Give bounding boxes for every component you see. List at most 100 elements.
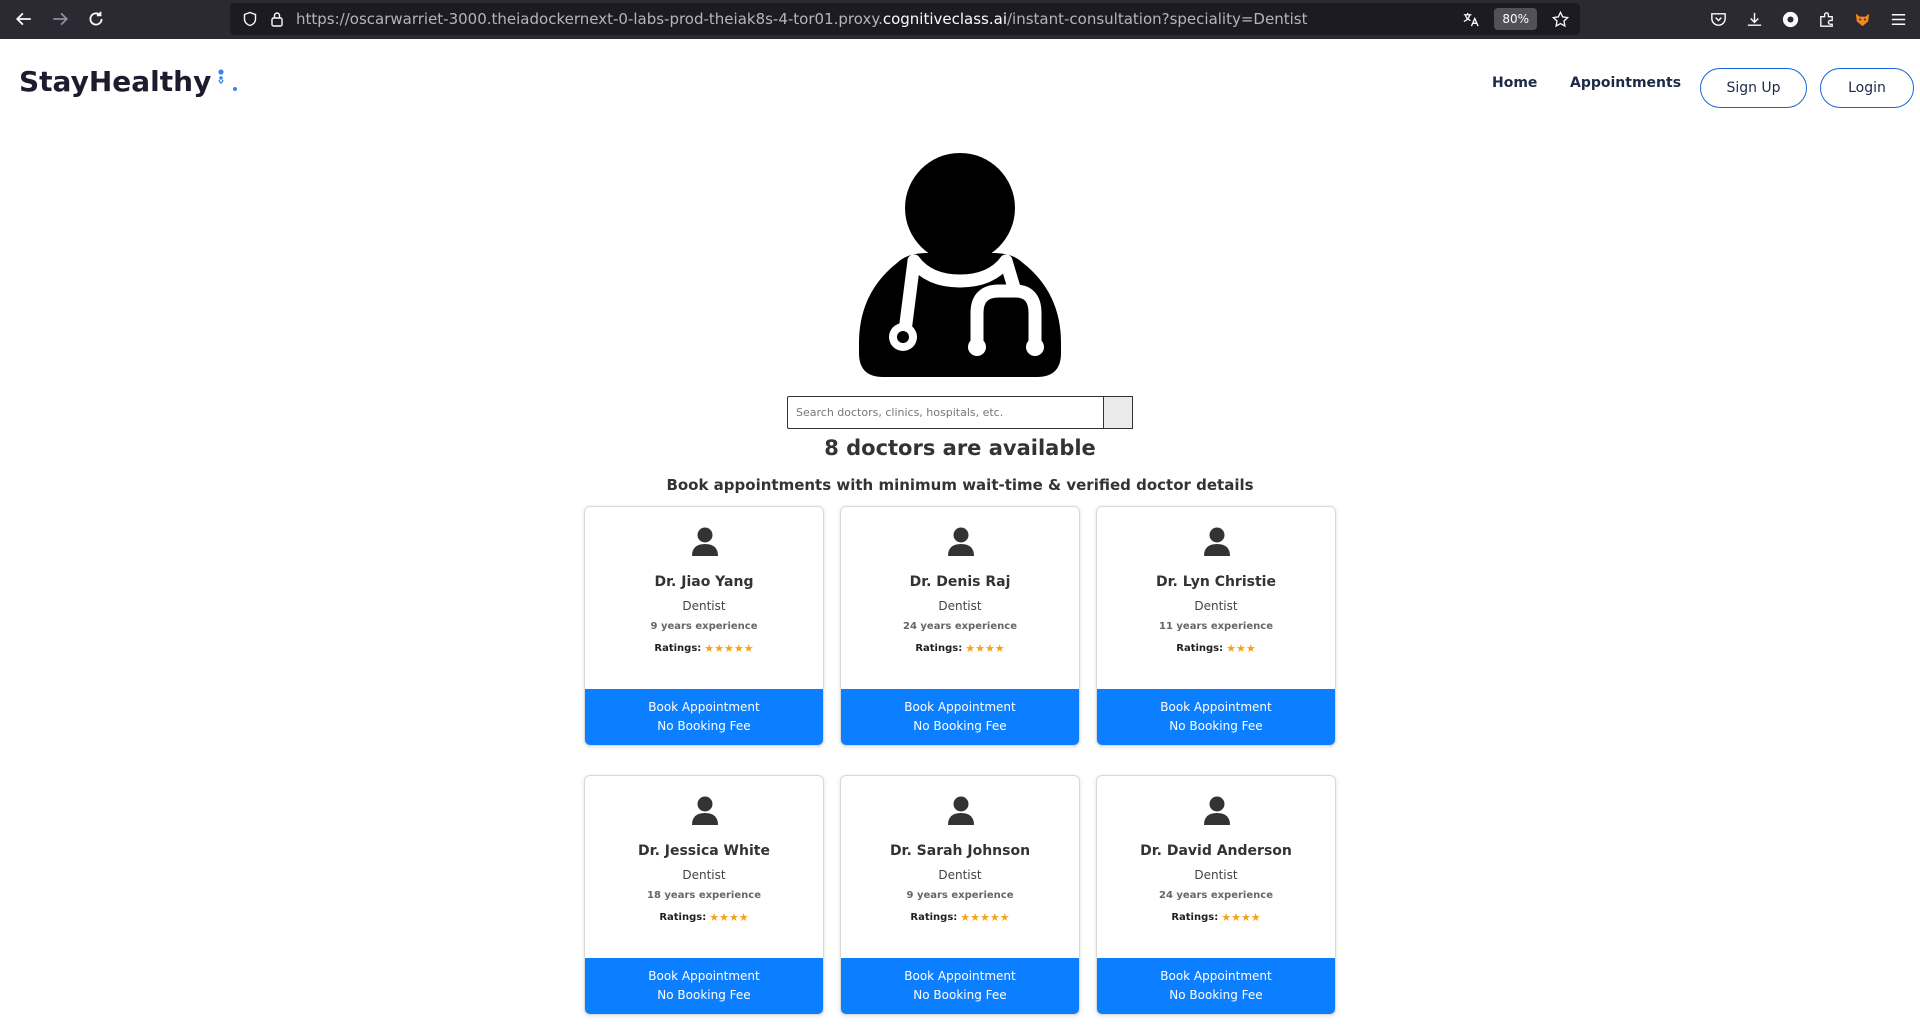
doctor-name: Dr. Sarah Johnson (889, 843, 1031, 859)
stethoscope-logo-icon (218, 69, 238, 91)
book-label: Book Appointment (648, 969, 760, 983)
book-label: Book Appointment (904, 969, 1016, 983)
book-label: Book Appointment (1160, 969, 1272, 983)
nav-appointments-link[interactable]: Appointments (1570, 75, 1681, 91)
url-domain: cognitiveclass.ai (882, 10, 1007, 28)
menu-icon[interactable] (1889, 10, 1908, 29)
browser-toolbar: https://oscarwarriet-3000.theiadockernex… (0, 0, 1920, 39)
book-appointment-button[interactable]: Book Appointment No Booking Fee (585, 958, 823, 1014)
address-bar[interactable]: https://oscarwarriet-3000.theiadockernex… (230, 3, 1580, 35)
doctor-rating: Ratings: ★★★★ (585, 911, 823, 924)
rating-stars: ★★★★ (965, 642, 1005, 655)
extensions-icon[interactable] (1817, 10, 1836, 29)
doctor-rating: Ratings: ★★★★★ (841, 911, 1079, 924)
doctor-card: Dr. Lyn Christie Dentist 11 years experi… (1096, 506, 1336, 746)
book-appointment-button[interactable]: Book Appointment No Booking Fee (841, 958, 1079, 1014)
booking-fee-label: No Booking Fee (1169, 988, 1263, 1002)
booking-fee-label: No Booking Fee (913, 719, 1007, 733)
logo-text: StayHealthy (19, 65, 212, 98)
booking-fee-label: No Booking Fee (657, 988, 751, 1002)
rating-stars: ★★★★ (1221, 911, 1261, 924)
doctor-experience: 24 years experience (1159, 890, 1273, 901)
ratings-label: Ratings: (1171, 912, 1219, 923)
download-icon[interactable] (1745, 10, 1764, 29)
doctor-search (787, 396, 1133, 429)
account-icon[interactable] (1781, 10, 1800, 29)
doctor-rating: Ratings: ★★★ (1097, 642, 1335, 655)
search-button[interactable] (1104, 396, 1133, 429)
doctor-card: Dr. Denis Raj Dentist 24 years experienc… (840, 506, 1080, 746)
book-appointment-button[interactable]: Book Appointment No Booking Fee (1097, 958, 1335, 1014)
booking-fee-label: No Booking Fee (913, 988, 1007, 1002)
tracking-shield-icon[interactable] (242, 11, 258, 27)
doctor-experience: 11 years experience (1159, 621, 1273, 632)
booking-fee-label: No Booking Fee (1169, 719, 1263, 733)
doctor-experience: 18 years experience (647, 890, 761, 901)
book-label: Book Appointment (648, 700, 760, 714)
ratings-label: Ratings: (910, 912, 958, 923)
doctor-name: Dr. David Anderson (1140, 843, 1292, 859)
doctor-avatar-icon (692, 796, 718, 825)
login-button[interactable]: Login (1820, 68, 1914, 108)
doctor-speciality: Dentist (682, 599, 726, 613)
doctor-name: Dr. Denis Raj (909, 574, 1011, 590)
doctor-rating: Ratings: ★★★★ (841, 642, 1079, 655)
reload-icon[interactable] (78, 1, 114, 37)
forward-icon[interactable] (42, 1, 78, 37)
ratings-label: Ratings: (1176, 643, 1224, 654)
url-suffix: /instant-consultation?speciality=Dentist (1006, 10, 1308, 28)
book-label: Book Appointment (904, 700, 1016, 714)
doctor-avatar-icon (948, 796, 974, 825)
ratings-label: Ratings: (915, 643, 963, 654)
back-icon[interactable] (6, 1, 42, 37)
ratings-label: Ratings: (659, 912, 707, 923)
doctor-hero-icon (859, 153, 1061, 377)
doctor-card: Dr. Jessica White Dentist 18 years exper… (584, 775, 824, 1015)
rating-stars: ★★★★ (709, 911, 749, 924)
translate-icon[interactable] (1461, 10, 1480, 29)
url-text[interactable]: https://oscarwarriet-3000.theiadockernex… (296, 10, 1307, 28)
fox-extension-icon[interactable] (1853, 10, 1872, 29)
doctor-experience: 9 years experience (906, 890, 1014, 901)
doctor-avatar-icon (1204, 796, 1230, 825)
doctor-experience: 24 years experience (903, 621, 1017, 632)
doctor-card: Dr. Jiao Yang Dentist 9 years experience… (584, 506, 824, 746)
zoom-level[interactable]: 80% (1494, 8, 1537, 30)
doctor-rating: Ratings: ★★★★★ (585, 642, 823, 655)
doctor-speciality: Dentist (938, 599, 982, 613)
book-appointment-button[interactable]: Book Appointment No Booking Fee (841, 689, 1079, 745)
search-input[interactable] (787, 396, 1104, 429)
doctor-avatar-icon (948, 527, 974, 556)
booking-fee-label: No Booking Fee (657, 719, 751, 733)
doctor-name: Dr. Jessica White (638, 843, 770, 859)
doctor-speciality: Dentist (682, 868, 726, 882)
doctor-card: Dr. David Anderson Dentist 24 years expe… (1096, 775, 1336, 1015)
url-prefix: https://oscarwarriet-3000.theiadockernex… (296, 10, 883, 28)
site-logo[interactable]: StayHealthy (19, 65, 243, 98)
pocket-icon[interactable] (1709, 10, 1728, 29)
signup-button[interactable]: Sign Up (1700, 68, 1807, 108)
bookmark-star-icon[interactable] (1551, 10, 1570, 29)
doctor-avatar-icon (692, 527, 718, 556)
book-label: Book Appointment (1160, 700, 1272, 714)
doctor-card: Dr. Sarah Johnson Dentist 9 years experi… (840, 775, 1080, 1015)
doctor-speciality: Dentist (1194, 599, 1238, 613)
doctor-speciality: Dentist (1194, 868, 1238, 882)
nav-home-link[interactable]: Home (1492, 75, 1537, 91)
results-title: 8 doctors are available (824, 436, 1096, 460)
rating-stars: ★★★★★ (960, 911, 1010, 924)
rating-stars: ★★★★★ (704, 642, 754, 655)
book-appointment-button[interactable]: Book Appointment No Booking Fee (585, 689, 823, 745)
ratings-label: Ratings: (654, 643, 702, 654)
rating-stars: ★★★ (1226, 642, 1256, 655)
doctor-speciality: Dentist (938, 868, 982, 882)
book-appointment-button[interactable]: Book Appointment No Booking Fee (1097, 689, 1335, 745)
doctor-name: Dr. Lyn Christie (1156, 574, 1276, 590)
site-navbar: StayHealthy Home Appointments Sign Up Lo… (0, 39, 1920, 131)
doctor-experience: 9 years experience (650, 621, 758, 632)
lock-icon[interactable] (270, 11, 284, 27)
results-subtitle: Book appointments with minimum wait-time… (666, 476, 1254, 494)
doctor-name: Dr. Jiao Yang (654, 574, 754, 590)
doctor-rating: Ratings: ★★★★ (1097, 911, 1335, 924)
doctor-avatar-icon (1204, 527, 1230, 556)
